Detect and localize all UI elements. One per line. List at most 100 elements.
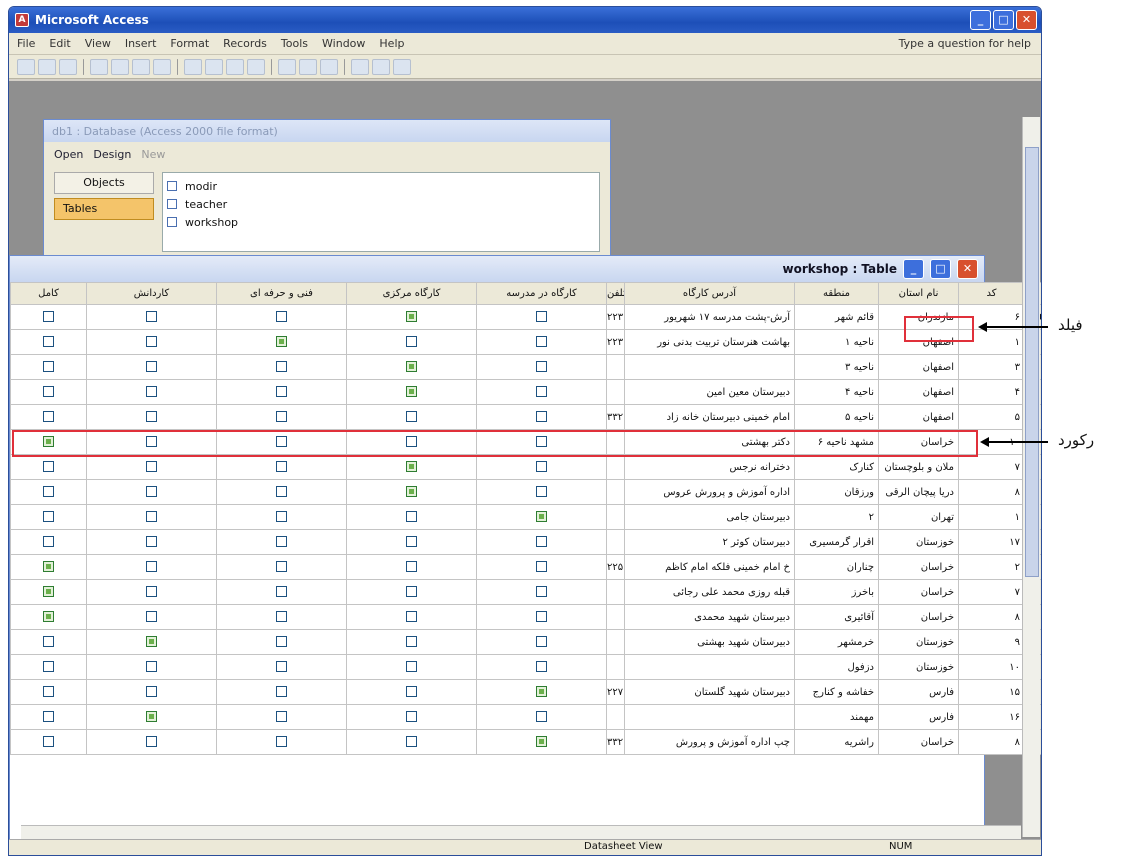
checkbox-cell[interactable] [216, 454, 347, 480]
checkbox-cell[interactable] [216, 504, 347, 530]
checkbox[interactable] [276, 611, 287, 623]
checkbox-cell[interactable] [10, 554, 87, 580]
region-cell[interactable]: ناحیه ۴ [794, 379, 879, 405]
checkbox[interactable] [276, 736, 287, 748]
code-cell[interactable]: ۲ [958, 554, 1025, 580]
code-cell[interactable]: ۱ [958, 504, 1025, 530]
open-button[interactable]: Open [54, 148, 83, 161]
phone-cell[interactable]: ۲۲۵ [606, 554, 625, 580]
checkbox[interactable] [276, 311, 287, 323]
region-cell[interactable]: خفاشه و کنارج [794, 679, 879, 705]
checkbox[interactable] [146, 736, 157, 748]
region-cell[interactable]: اقرار گرمسیری [794, 529, 879, 555]
checkbox-cell[interactable] [86, 604, 217, 630]
checkbox[interactable] [536, 386, 547, 398]
undo-icon[interactable] [153, 58, 171, 75]
table-row[interactable]: ۲۲۷ دبیرستان شهید گلستان خفاشه و کنارج فارس… [10, 679, 1041, 705]
column-header[interactable]: کد [958, 282, 1025, 305]
checkbox-cell[interactable] [346, 479, 477, 505]
province-cell[interactable]: خراسان [878, 729, 959, 755]
cut-icon[interactable] [90, 58, 108, 75]
phone-cell[interactable]: ۲۲۷ [606, 679, 625, 705]
checkbox[interactable] [146, 361, 157, 373]
checkbox-cell[interactable] [346, 379, 477, 405]
checkbox[interactable] [536, 336, 547, 348]
table-row[interactable]: ناحیه ۳ اصفهان ۳ [10, 354, 1041, 380]
address-cell[interactable] [624, 354, 795, 380]
checkbox[interactable] [406, 311, 417, 323]
table-row[interactable]: ۲۲۳ آرش-پشت مدرسه ۱۷ شهریور قائم شهر مازندر… [10, 304, 1041, 330]
phone-cell[interactable]: ۳۳۲ [606, 729, 625, 755]
province-cell[interactable]: اصفهان [878, 354, 959, 380]
phone-cell[interactable]: ۲۲۳ [606, 329, 625, 355]
help-search-box[interactable]: Type a question for help [899, 37, 1031, 50]
address-cell[interactable]: امام خمینی دبیرستان خانه زاد [624, 404, 795, 430]
code-cell[interactable]: ۵ [958, 404, 1025, 430]
checkbox[interactable] [43, 661, 54, 673]
checkbox[interactable] [43, 461, 54, 473]
checkbox[interactable] [406, 736, 417, 748]
checkbox-cell[interactable] [10, 329, 87, 355]
checkbox[interactable] [276, 661, 287, 673]
checkbox[interactable] [43, 361, 54, 373]
checkbox-cell[interactable] [86, 329, 217, 355]
code-cell[interactable]: ۸ [958, 479, 1025, 505]
phone-cell[interactable] [606, 379, 625, 405]
checkbox-cell[interactable] [476, 529, 607, 555]
checkbox-cell[interactable] [10, 404, 87, 430]
checkbox[interactable] [43, 536, 54, 548]
checkbox-cell[interactable] [476, 679, 607, 705]
column-header[interactable]: نام استان [878, 282, 959, 305]
table-maximize-button[interactable]: □ [930, 259, 951, 279]
checkbox[interactable] [276, 461, 287, 473]
address-cell[interactable]: دبیرستان جامی [624, 504, 795, 530]
new-record-icon[interactable] [299, 58, 317, 75]
checkbox[interactable] [276, 486, 287, 498]
region-cell[interactable]: کنارک [794, 454, 879, 480]
region-cell[interactable]: ورزقان [794, 479, 879, 505]
checkbox-cell[interactable] [10, 704, 87, 730]
checkbox-cell[interactable] [10, 529, 87, 555]
checkbox[interactable] [536, 511, 547, 523]
table-row[interactable]: دبیرستان کوثر ۲ اقرار گرمسیری خوزستان ۱۷ [10, 529, 1041, 555]
checkbox[interactable] [43, 311, 54, 323]
phone-cell[interactable] [606, 579, 625, 605]
checkbox[interactable] [406, 586, 417, 598]
checkbox[interactable] [146, 686, 157, 698]
address-cell[interactable]: اداره آموزش و پرورش عروس [624, 479, 795, 505]
checkbox-cell[interactable] [216, 329, 347, 355]
checkbox-cell[interactable] [216, 604, 347, 630]
checkbox-cell[interactable] [476, 504, 607, 530]
checkbox[interactable] [536, 361, 547, 373]
table-row[interactable]: دبیرستان شهید بهشتی خرمشهر خوزستان ۹ [10, 629, 1041, 655]
checkbox[interactable] [406, 536, 417, 548]
view-icon[interactable] [17, 58, 35, 75]
checkbox-cell[interactable] [86, 679, 217, 705]
code-cell[interactable]: ۸ [958, 604, 1025, 630]
checkbox[interactable] [43, 736, 54, 748]
region-cell[interactable]: باخرز [794, 579, 879, 605]
checkbox-cell[interactable] [216, 729, 347, 755]
checkbox[interactable] [276, 411, 287, 423]
phone-cell[interactable] [606, 604, 625, 630]
new-object-icon[interactable] [372, 58, 390, 75]
print-icon[interactable] [59, 58, 77, 75]
checkbox-cell[interactable] [346, 329, 477, 355]
checkbox[interactable] [146, 661, 157, 673]
province-cell[interactable]: اصفهان [878, 404, 959, 430]
delete-record-icon[interactable] [320, 58, 338, 75]
checkbox[interactable] [406, 336, 417, 348]
checkbox[interactable] [146, 561, 157, 573]
province-cell[interactable]: فارس [878, 679, 959, 705]
menu-file[interactable]: File [17, 37, 35, 50]
checkbox-cell[interactable] [10, 454, 87, 480]
checkbox-cell[interactable] [86, 379, 217, 405]
code-cell[interactable]: ۸ [958, 729, 1025, 755]
checkbox-cell[interactable] [346, 604, 477, 630]
region-cell[interactable]: ناحیه ۱ [794, 329, 879, 355]
phone-cell[interactable]: ۲۲۳ [606, 304, 625, 330]
column-header[interactable]: منطقه [794, 282, 879, 305]
checkbox-cell[interactable] [10, 379, 87, 405]
filter-icon[interactable] [226, 58, 244, 75]
checkbox[interactable] [43, 386, 54, 398]
